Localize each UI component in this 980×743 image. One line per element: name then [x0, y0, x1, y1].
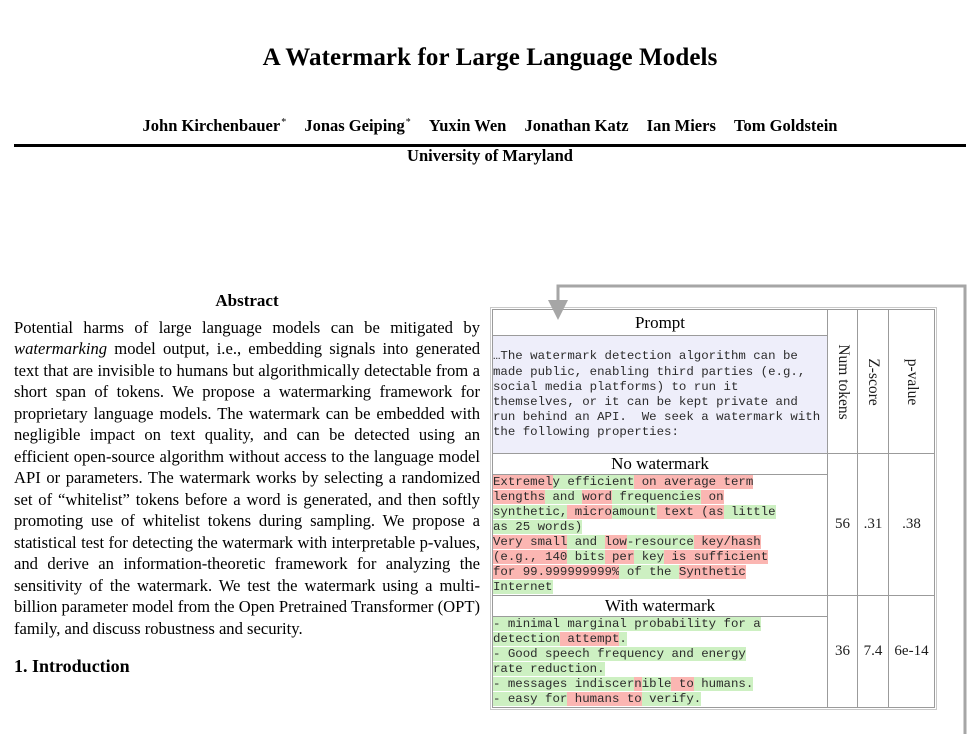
author-list: John Kirchenbauer* Jonas Geiping* Yuxin … [0, 116, 980, 135]
blacklist-token: to [671, 677, 694, 692]
cell-num-tokens-no-watermark: 56 [827, 452, 858, 597]
table-row-no-watermark-label: No watermark 56 .31 .38 [492, 452, 935, 597]
watermark-example-table: Prompt Num tokens Z-score p-value …The w… [490, 306, 937, 711]
blacklist-token: Synthetic [678, 565, 746, 580]
author-entry: Jonathan Katz [524, 116, 628, 135]
blacklist-token: humans to [567, 692, 642, 707]
whitelist-token: amount [611, 504, 657, 519]
whitelist-token: and [567, 534, 605, 549]
whitelist-token: Internet [493, 580, 553, 595]
blacklist-token: n [634, 677, 642, 692]
abstract-text-part1: Potential harms of large language models… [14, 318, 480, 337]
author-name: Yuxin Wen [428, 116, 507, 135]
row-label-with-watermark: With watermark [492, 595, 828, 617]
author-footnote-marker: * [281, 116, 287, 128]
whitelist-token: verify. [641, 692, 702, 707]
blacklist-token: low [604, 534, 627, 549]
prompt-text-cell: …The watermark detection algorithm can b… [492, 335, 828, 454]
table-header-prompt: Prompt [492, 308, 828, 337]
section-heading-introduction: 1. Introduction [14, 656, 130, 677]
whitelist-token: frequencies [612, 489, 702, 504]
blacklist-token: micro [567, 504, 612, 519]
abstract-column: Abstract Potential harms of large langua… [14, 287, 480, 677]
whitelist-token: of the [619, 565, 679, 580]
abstract-text: Potential harms of large language models… [14, 317, 480, 639]
watermark-example-table-figure: Prompt Num tokens Z-score p-value …The w… [490, 306, 937, 711]
cell-z-score-no-watermark: .31 [857, 452, 889, 597]
whitelist-token: - Good speech frequency and energy rate … [493, 647, 746, 677]
whitelist-token: - messages indiscer [493, 677, 635, 692]
whitelist-token: key [634, 550, 665, 565]
whitelist-token: y efficient [552, 474, 635, 489]
blacklist-token: Extremel [493, 474, 553, 489]
whitelist-token: ible [641, 677, 672, 692]
whitelist-token: -resource [626, 534, 694, 549]
table-header-p-value: p-value [888, 309, 935, 454]
abstract-emphasis-watermarking: watermarking [14, 339, 108, 359]
blacklist-token: per [604, 550, 635, 565]
author-footnote-marker: * [405, 116, 411, 128]
author-name: Jonas Geiping [304, 116, 405, 135]
author-entry: Tom Goldstein [734, 116, 837, 135]
table-header-num-tokens: Num tokens [827, 309, 858, 454]
whitelist-token: humans. [693, 677, 754, 692]
author-name: Tom Goldstein [734, 116, 838, 135]
whitelist-token: - easy for [493, 692, 568, 707]
affiliation: University of Maryland [407, 145, 573, 165]
cell-p-value-with-watermark: 6e-14 [888, 595, 935, 709]
author-entry: Yuxin Wen [429, 116, 507, 135]
author-name: John Kirchenbauer [142, 116, 281, 135]
author-entry: Jonas Geiping* [304, 116, 410, 135]
cell-num-tokens-with-watermark: 36 [827, 595, 858, 709]
whitelist-token: bits [567, 550, 605, 565]
paper-body: Abstract Potential harms of large langua… [0, 287, 980, 743]
blacklist-token: 999999999% [545, 565, 620, 580]
author-entry: Ian Miers [647, 116, 716, 135]
blacklist-token: on [701, 489, 724, 504]
table-header-row: Prompt Num tokens Z-score p-value [492, 308, 935, 454]
blacklist-token: text (as [656, 504, 724, 519]
whitelist-token: . [619, 631, 627, 646]
generated-text-no-watermark: Extremely efficient on average term leng… [492, 473, 828, 597]
author-name: Ian Miers [646, 116, 716, 135]
paper-page: { "paper": { "title": "A Watermark for L… [0, 44, 980, 743]
blacklist-token: Very small [493, 534, 568, 549]
row-label-no-watermark: No watermark [492, 453, 828, 475]
title-divider [14, 144, 966, 147]
abstract-heading: Abstract [215, 291, 279, 310]
author-name: Jonathan Katz [524, 116, 629, 135]
blacklist-token: word [582, 489, 612, 504]
page-title: A Watermark for Large Language Models [262, 44, 718, 71]
whitelist-token: synthetic, [493, 504, 568, 519]
whitelist-token: and [545, 489, 583, 504]
blacklist-token: attempt [559, 631, 620, 646]
table-header-z-score: Z-score [857, 309, 889, 454]
generated-text-with-watermark: - minimal marginal probability for a det… [492, 615, 828, 709]
cell-z-score-with-watermark: 7.4 [857, 595, 889, 709]
abstract-text-part2: model output, i.e., embedding signals in… [14, 339, 480, 638]
cell-p-value-no-watermark: .38 [888, 452, 935, 597]
author-entry: John Kirchenbauer* [143, 116, 287, 135]
table-row-with-watermark-label: With watermark 36 7.4 6e-14 [492, 595, 935, 709]
